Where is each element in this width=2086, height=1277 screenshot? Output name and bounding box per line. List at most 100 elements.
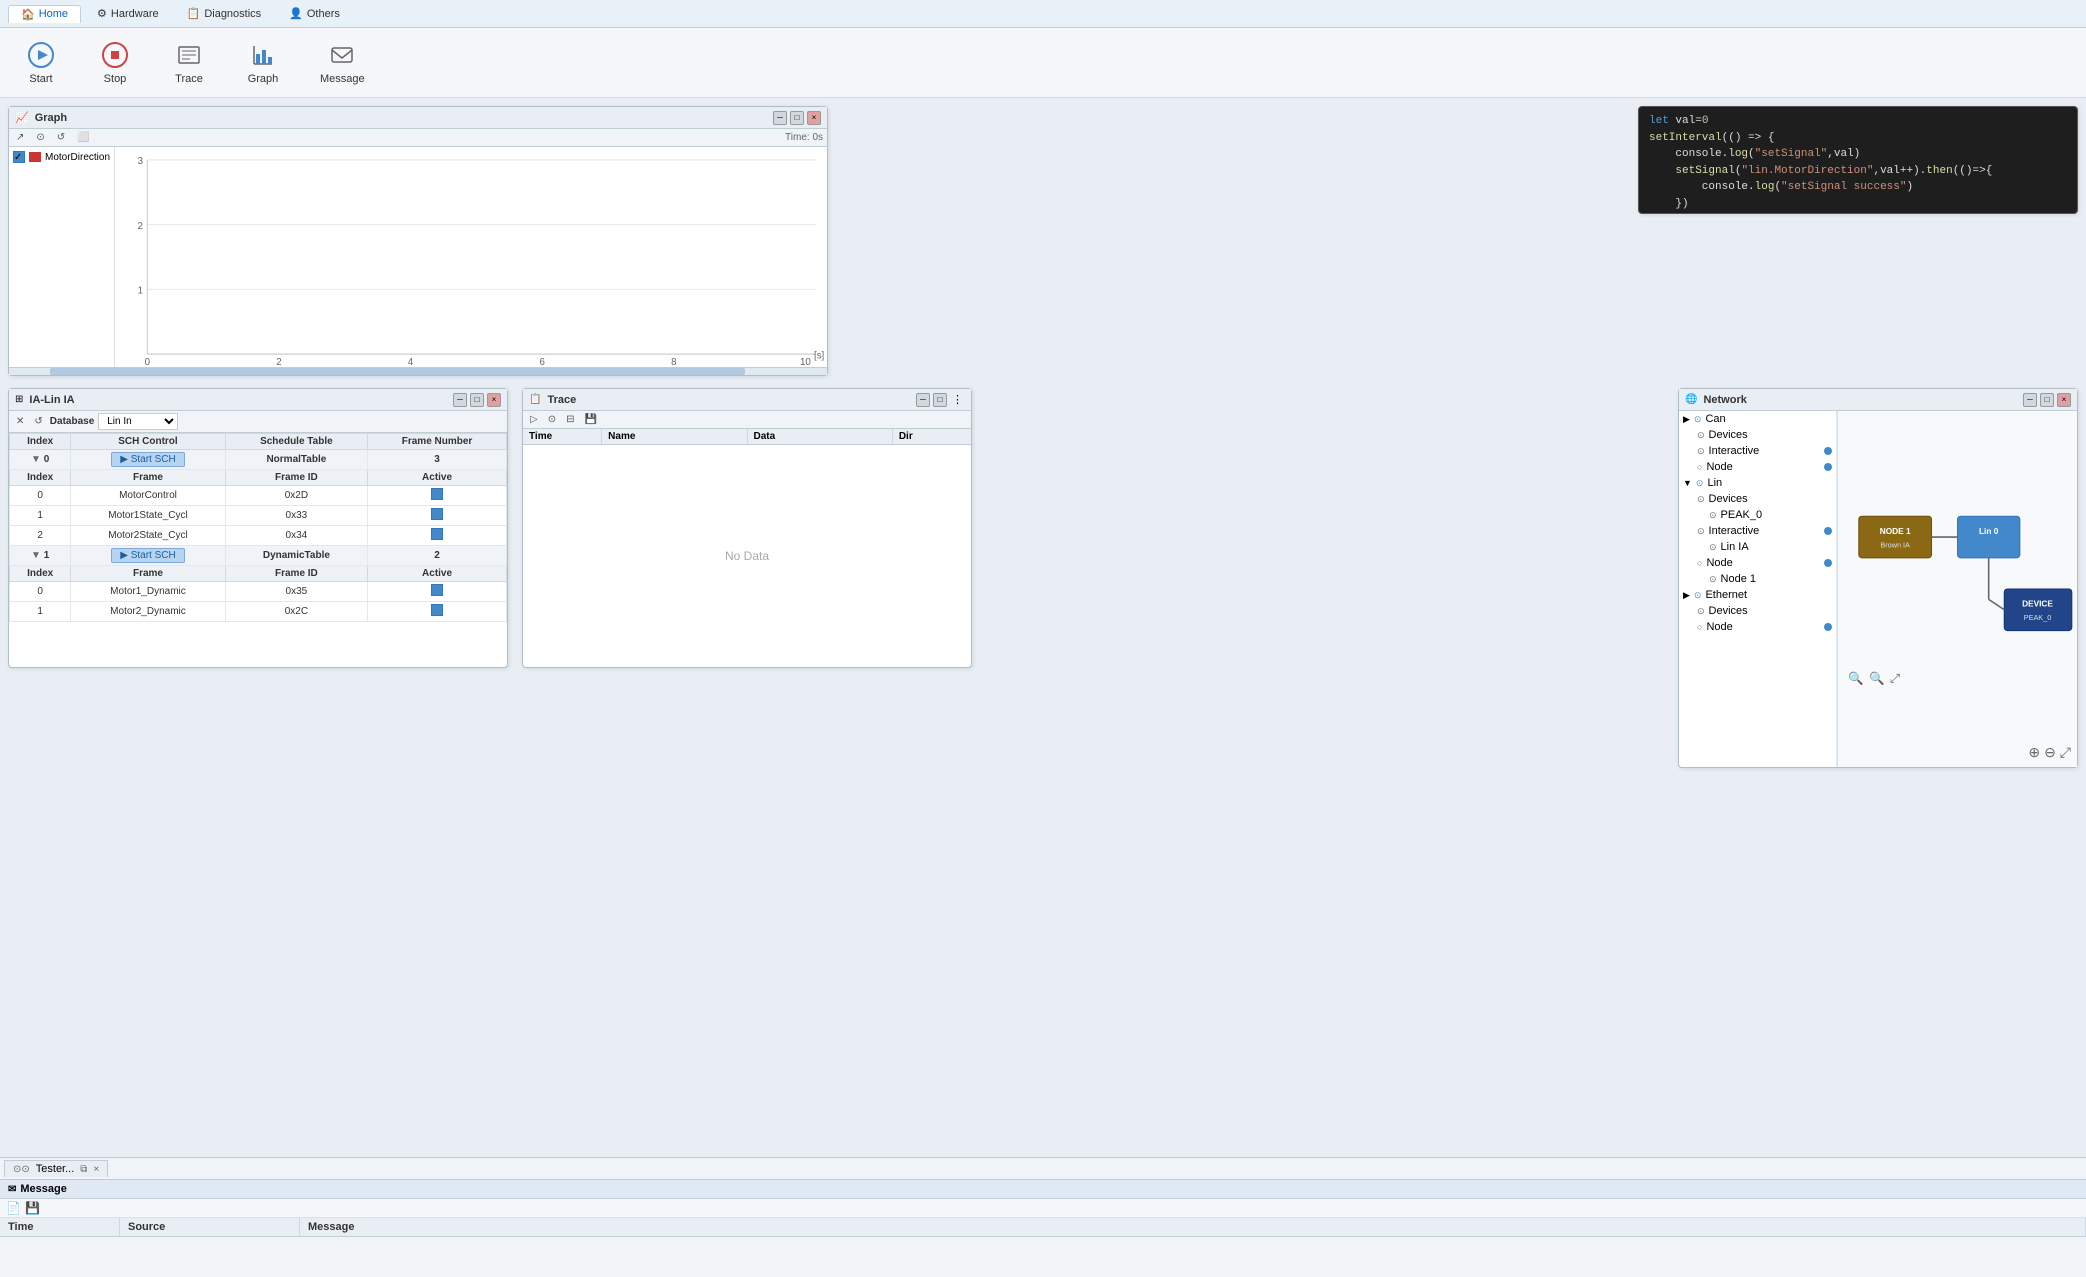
ia-close-btn[interactable]: × — [487, 393, 501, 407]
ia-cross-btn[interactable]: ✕ — [13, 415, 27, 428]
svg-text:NODE 1: NODE 1 — [1880, 526, 1911, 536]
trace-filter-btn[interactable]: ⊟ — [563, 413, 577, 426]
fit-btn[interactable]: ⤢ — [2060, 744, 2071, 761]
bottom-bar: ⊙⊙ Tester... ⧉ × ✉ Message 📄 💾 Time Sour… — [0, 1157, 2086, 1277]
network-content: ▶ ⊙ Can ⊙ Devices ⊙ Interactive — [1679, 411, 2077, 767]
ia-lin-panel: ⊞ IA-Lin IA ─ □ × ✕ ↺ Database Lin In — [8, 388, 508, 668]
table-row: 0Motor1_Dynamic0x35 — [10, 582, 507, 602]
panels-area: 📈 Graph ─ □ × ↗ ⊙ ↺ ⬜ Time: 0s ✓ — [0, 98, 2086, 1277]
checkbox-active[interactable] — [431, 584, 443, 596]
tree-lin-node[interactable]: ○ Node — [1693, 555, 1836, 571]
ethernet-node-label: Node — [1706, 621, 1732, 633]
checkbox-active[interactable] — [431, 528, 443, 540]
svg-text:2: 2 — [138, 221, 143, 232]
sub-col-index-0: Index — [10, 470, 71, 486]
expand-arrow-1[interactable]: ▼ — [31, 550, 41, 561]
graph-zoom-in-btn[interactable]: ↗ — [13, 131, 27, 144]
nav-tab-home[interactable]: 🏠 Home — [8, 5, 81, 23]
message-button[interactable]: Message — [312, 37, 373, 89]
msg-save-btn[interactable]: 💾 — [25, 1201, 40, 1215]
graph-icon — [249, 41, 277, 69]
graph-settings-btn[interactable]: ⊙ — [33, 131, 47, 144]
tester-tab[interactable]: ⊙⊙ Tester... ⧉ × — [4, 1160, 108, 1177]
trace-collapse-btn[interactable]: ⋮ — [950, 393, 965, 407]
trace-button[interactable]: Trace — [164, 37, 214, 89]
tree-can-devices[interactable]: ⊙ Devices — [1693, 427, 1836, 443]
tester-detach-btn[interactable]: ⧉ — [80, 1164, 87, 1175]
graph-minimize-btn[interactable]: ─ — [773, 111, 787, 125]
sub-col-frame-1: Frame — [71, 566, 225, 582]
msg-col-message: Message — [300, 1218, 2086, 1236]
svg-text:2: 2 — [276, 357, 281, 367]
ia-refresh-btn[interactable]: ↺ — [31, 415, 45, 428]
trace-toolbar: ▷ ⊙ ⊟ 💾 — [523, 411, 971, 429]
ia-table-container[interactable]: Index SCH Control Schedule Table Frame N… — [9, 433, 507, 667]
start-sch-btn-0[interactable]: ▶ Start SCH — [111, 452, 184, 467]
tree-lin-ia[interactable]: ⊙ Lin IA — [1705, 539, 1836, 555]
sub-col-frame-0: Frame — [71, 470, 225, 486]
legend-checkbox[interactable]: ✓ — [13, 151, 25, 163]
stop-button[interactable]: Stop — [90, 37, 140, 89]
trace-save-btn[interactable]: 💾 — [581, 413, 599, 426]
ethernet-arrow: ▶ — [1683, 590, 1690, 601]
trace-maximize-btn[interactable]: □ — [933, 393, 947, 407]
msg-clear-btn[interactable]: 📄 — [6, 1201, 21, 1215]
network-maximize-btn[interactable]: □ — [2040, 393, 2054, 407]
tree-ethernet-devices[interactable]: ⊙ Devices — [1693, 603, 1836, 619]
tree-lin-interactive[interactable]: ⊙ Interactive — [1693, 523, 1836, 539]
ethernet-label: Ethernet — [1705, 589, 1747, 601]
can-node-icon: ○ — [1697, 462, 1702, 472]
checkbox-active[interactable] — [431, 604, 443, 616]
graph-panel-title: Graph — [35, 112, 767, 124]
network-close-btn[interactable]: × — [2057, 393, 2071, 407]
checkbox-active[interactable] — [431, 508, 443, 520]
network-panel: 🌐 Network ─ □ × ▶ ⊙ Can — [1678, 388, 2078, 768]
tree-lin-peak0[interactable]: ⊙ PEAK_0 — [1705, 507, 1836, 523]
trace-minimize-btn[interactable]: ─ — [916, 393, 930, 407]
legend-color-motordirection — [29, 152, 41, 162]
tree-can[interactable]: ▶ ⊙ Can — [1679, 411, 1836, 427]
lin-devices-icon: ⊙ — [1697, 494, 1705, 505]
tree-lin-node1[interactable]: ⊙ Node 1 — [1705, 571, 1836, 587]
legend-label-motordirection: MotorDirection — [45, 152, 110, 163]
svg-text:8: 8 — [671, 357, 676, 367]
tree-ethernet[interactable]: ▶ ⊙ Ethernet — [1679, 587, 1836, 603]
nav-tab-others[interactable]: 👤 Others — [277, 5, 352, 22]
graph-scrollbar[interactable] — [9, 367, 827, 375]
start-button[interactable]: Start — [16, 37, 66, 89]
graph-reset-btn[interactable]: ↺ — [54, 131, 68, 144]
sub-col-frameid-1: Frame ID — [225, 566, 367, 582]
lin-peak0-icon: ⊙ — [1709, 510, 1717, 521]
lin-children: ⊙ Devices ⊙ PEAK_0 ⊙ Interactive — [1693, 491, 1836, 587]
graph-button[interactable]: Graph — [238, 37, 288, 89]
tree-lin[interactable]: ▼ ⊙ Lin — [1679, 475, 1836, 491]
trace-record-btn[interactable]: ⊙ — [545, 413, 559, 426]
svg-text:1: 1 — [138, 286, 143, 297]
table-row: 0MotorControl0x2D — [10, 486, 507, 506]
ia-minimize-btn[interactable]: ─ — [453, 393, 467, 407]
nav-tab-hardware[interactable]: ⚙ Hardware — [85, 5, 171, 22]
tester-close-btn[interactable]: × — [93, 1164, 99, 1175]
ia-maximize-btn[interactable]: □ — [470, 393, 484, 407]
ia-table: Index SCH Control Schedule Table Frame N… — [9, 433, 507, 622]
lin-node-label: Node — [1706, 557, 1732, 569]
zoom-out-btn[interactable]: ⊖ — [2044, 744, 2056, 761]
trace-play-btn[interactable]: ▷ — [527, 413, 541, 426]
network-minimize-btn[interactable]: ─ — [2023, 393, 2037, 407]
tree-can-interactive[interactable]: ⊙ Interactive — [1693, 443, 1836, 459]
tree-can-node[interactable]: ○ Node — [1693, 459, 1836, 475]
top-nav: 🏠 Home ⚙ Hardware 📋 Diagnostics 👤 Others — [0, 0, 2086, 28]
graph-maximize-btn[interactable]: □ — [790, 111, 804, 125]
start-sch-btn-1[interactable]: ▶ Start SCH — [111, 548, 184, 563]
nav-tab-diagnostics[interactable]: 📋 Diagnostics — [175, 5, 274, 22]
graph-export-btn[interactable]: ⬜ — [74, 131, 92, 144]
ia-database-select[interactable]: Lin In — [98, 413, 178, 430]
graph-legend: ✓ MotorDirection — [9, 147, 114, 367]
tree-ethernet-node[interactable]: ○ Node — [1693, 619, 1836, 635]
checkbox-active[interactable] — [431, 488, 443, 500]
tree-lin-devices[interactable]: ⊙ Devices — [1693, 491, 1836, 507]
zoom-in-btn[interactable]: ⊕ — [2028, 744, 2040, 761]
graph-close-btn[interactable]: × — [807, 111, 821, 125]
expand-arrow-0[interactable]: ▼ — [31, 454, 41, 465]
diagram-zoom-controls: ⊕ ⊖ ⤢ — [2028, 744, 2071, 761]
